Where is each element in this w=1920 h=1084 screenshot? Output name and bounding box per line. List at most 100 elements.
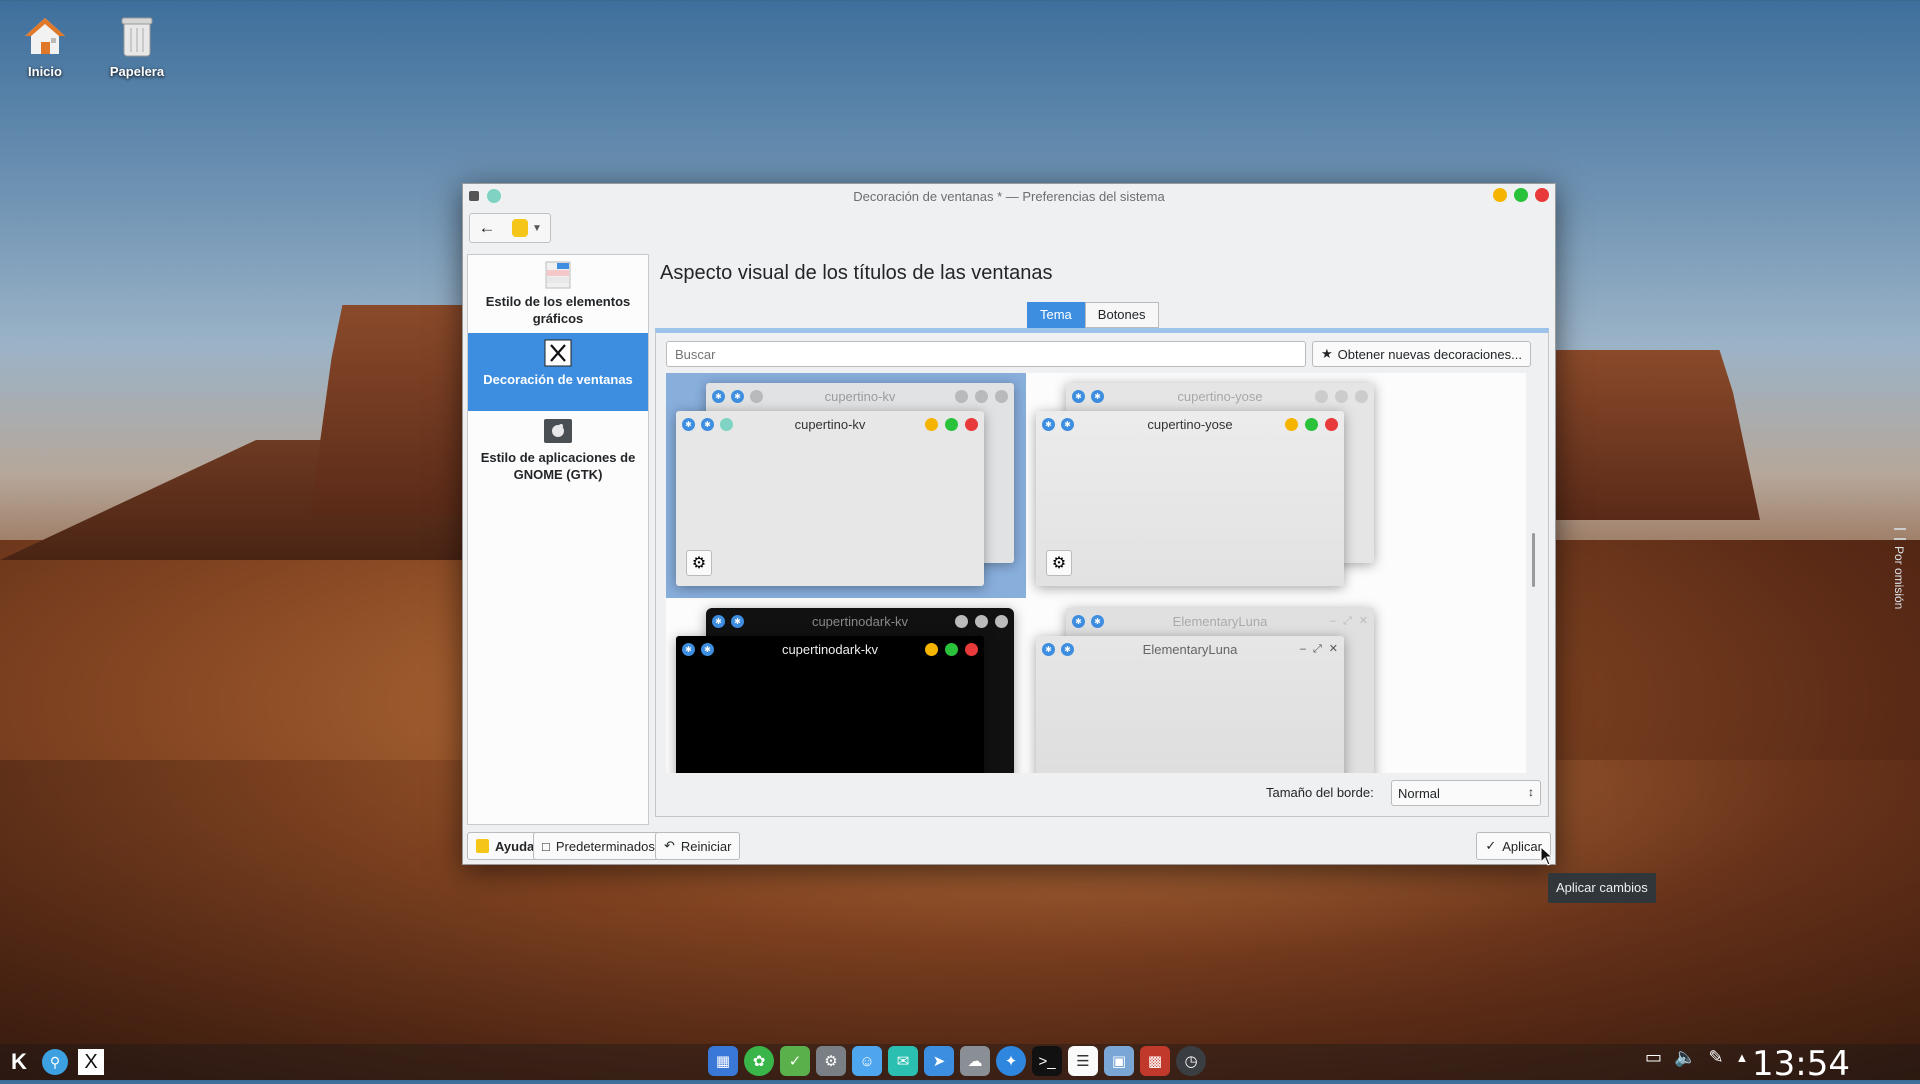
undo-icon: ↶ [664,838,675,853]
theme-panel: ★ Obtener nuevas decoraciones... ✱ ✱ cupe… [655,328,1549,817]
files-icon[interactable]: ▦ [708,1046,738,1076]
trash-icon [113,12,161,60]
apply-tooltip: Aplicar cambios [1548,873,1656,903]
clock[interactable]: 13:54 [1752,1044,1850,1084]
taskbar: K ⚲ X ▦ ✿ ✓ ⚙ ☺ ✉ ➤ ☁ ✦ >_ ☰ ▣ ▩ ◷ ▭ 🔈 ✎… [0,1044,1920,1084]
safari-icon[interactable]: ➤ [924,1046,954,1076]
theme-grid: ✱ ✱ cupertino-kv ✱ ✱ cupertino-kv ⚙ ✱ ✱ … [666,373,1526,773]
side-panel-label: Por omisión [1892,546,1906,610]
configure-theme-button[interactable]: ⚙ [686,550,712,576]
page-title: Aspecto visual de los títulos de las ven… [660,262,1053,284]
border-size-value: Normal [1398,786,1440,801]
tab-bar: Tema Botones [1027,302,1159,328]
preview-icon[interactable]: ▣ [1104,1046,1134,1076]
kde-button-icon: ✱ [1061,643,1074,656]
system-tray: ▭ 🔈 ✎ ▲ [1645,1047,1748,1068]
maximize-button[interactable] [1514,188,1528,202]
kde-button-icon: ✱ [1042,643,1055,656]
defaults-icon: □ [542,838,550,854]
window-title: Decoración de ventanas * — Preferencias … [853,189,1165,204]
defaults-button[interactable]: □ Predeterminados [533,832,664,860]
arrow-up-icon[interactable]: ▲ [1736,1050,1749,1065]
desktop-icon-home[interactable]: Inicio [5,12,85,79]
gtk-icon [543,417,573,445]
sidebar-item-gtk-style[interactable]: Estilo de aplicaciones de GNOME (GTK) [468,411,648,489]
preview-title: cupertino-yose [1177,389,1263,404]
tab-theme[interactable]: Tema [1027,302,1085,328]
theme-item-cupertinodark-kv[interactable]: ✱ ✱ cupertinodark-kv ✱ ✱ cupertinodark-kv [666,598,1026,773]
kde-launcher-icon[interactable]: K [4,1047,34,1077]
help-menu-button[interactable]: ▼ [504,214,550,242]
close-button[interactable] [1535,188,1549,202]
home-icon [21,12,69,60]
theme-item-cupertino-yose[interactable]: ✱ ✱ cupertino-yose ✱ ✱ cupertino-yose ⚙ [1026,373,1386,598]
trash-dock-icon[interactable]: ▩ [1140,1046,1170,1076]
tab-buttons[interactable]: Botones [1084,302,1159,328]
theme-item-elementaryluna[interactable]: ✱ ✱ ElementaryLuna – ⤢ ✕ ✱ ✱ ElementaryLuna … [1026,598,1386,773]
checkmark-icon: ✓ [1485,838,1497,853]
sidebar-item-label: Decoración de ventanas [483,372,633,387]
cloud-icon[interactable]: ☁ [960,1046,990,1076]
clock-app-icon[interactable]: ◷ [1176,1046,1206,1076]
finder-icon[interactable]: ☺ [852,1046,882,1076]
gear-icon: ⚙ [1051,555,1067,572]
lightbulb-icon [512,219,529,237]
desktop-icon-trash[interactable]: Papelera [97,12,177,79]
kde-button-icon: ✱ [701,418,714,431]
preview-active-window: ✱ ✱ cupertino-yose ⚙ [1036,411,1344,586]
defaults-label: Predeterminados [555,838,655,854]
preview-active-window: ✱ ✱ cupertinodark-kv [676,636,984,773]
dock: ▦ ✿ ✓ ⚙ ☺ ✉ ➤ ☁ ✦ >_ ☰ ▣ ▩ ◷ [708,1046,1206,1076]
kde-button-icon: ✱ [682,418,695,431]
sidebar-item-window-decoration[interactable]: Decoración de ventanas [468,333,648,411]
preview-title: ElementaryLuna [1172,614,1268,629]
shield-icon[interactable]: ✓ [780,1046,810,1076]
kde-button-icon: ✱ [682,643,695,656]
leaf-icon[interactable]: ✿ [744,1046,774,1076]
minimize-button[interactable] [1493,188,1507,202]
maximize-glyph-icon: ⤢ [1342,615,1352,627]
kde-button-icon: ✱ [1042,418,1055,431]
help-icon [476,839,489,853]
maximize-glyph-icon: ⤢ [1312,643,1322,655]
kde-button-icon: ✱ [1091,390,1104,403]
sidebar-item-label: Estilo de los elementos gráficos [485,294,631,326]
scrollbar-thumb[interactable] [1532,533,1535,587]
sidebar-item-widget-style[interactable]: Estilo de los elementos gráficos [468,255,648,333]
window-titlebar[interactable]: Decoración de ventanas * — Preferencias … [463,184,1555,208]
terminal-icon[interactable]: >_ [1032,1046,1062,1076]
back-button[interactable]: ← [470,214,504,242]
system-settings-icon[interactable]: ⚙ [816,1046,846,1076]
window-decoration-task-icon[interactable]: X [76,1047,106,1077]
side-panel-tab[interactable]: Por omisión [1886,528,1916,628]
gear-icon: ⚙ [691,555,707,572]
messages-icon[interactable]: ✉ [888,1046,918,1076]
border-size-select[interactable]: Normal ↕ [1391,780,1541,806]
display-icon[interactable]: ▭ [1645,1047,1662,1068]
search-icon[interactable]: ⚲ [40,1047,70,1077]
chevron-down-icon: ▼ [532,222,542,234]
theme-grid-scrollbar[interactable] [1528,373,1540,773]
theme-item-cupertino-kv[interactable]: ✱ ✱ cupertino-kv ✱ ✱ cupertino-kv ⚙ [666,373,1026,598]
reset-button[interactable]: ↶ Reiniciar [655,832,741,860]
search-input[interactable] [666,341,1306,367]
notes-icon[interactable]: ☰ [1068,1046,1098,1076]
get-new-decorations-label: Obtener nuevas decoraciones... [1337,346,1522,362]
kde-button-icon: ✱ [731,615,744,628]
preview-title: cupertinodark-kv [781,642,879,657]
preview-title: ElementaryLuna [1142,642,1238,657]
mouse-cursor-icon [1540,846,1554,866]
clipboard-icon[interactable]: ✎ [1708,1047,1723,1068]
star-icon: ★ [1321,346,1333,361]
kde-button-icon: ✱ [731,390,744,403]
help-button[interactable]: Ayuda [467,832,544,860]
preview-active-window: ✱ ✱ cupertino-kv ⚙ [676,411,984,586]
configure-theme-button[interactable]: ⚙ [1046,550,1072,576]
volume-icon[interactable]: 🔈 [1674,1047,1696,1068]
desktop-icon-label: Papelera [109,64,165,79]
get-new-decorations-button[interactable]: ★ Obtener nuevas decoraciones... [1312,341,1531,367]
kde-button-icon: ✱ [1061,418,1074,431]
toolbar: ← ▼ [463,208,1555,248]
kde-button-icon: ✱ [1072,615,1085,628]
compass-icon[interactable]: ✦ [996,1046,1026,1076]
